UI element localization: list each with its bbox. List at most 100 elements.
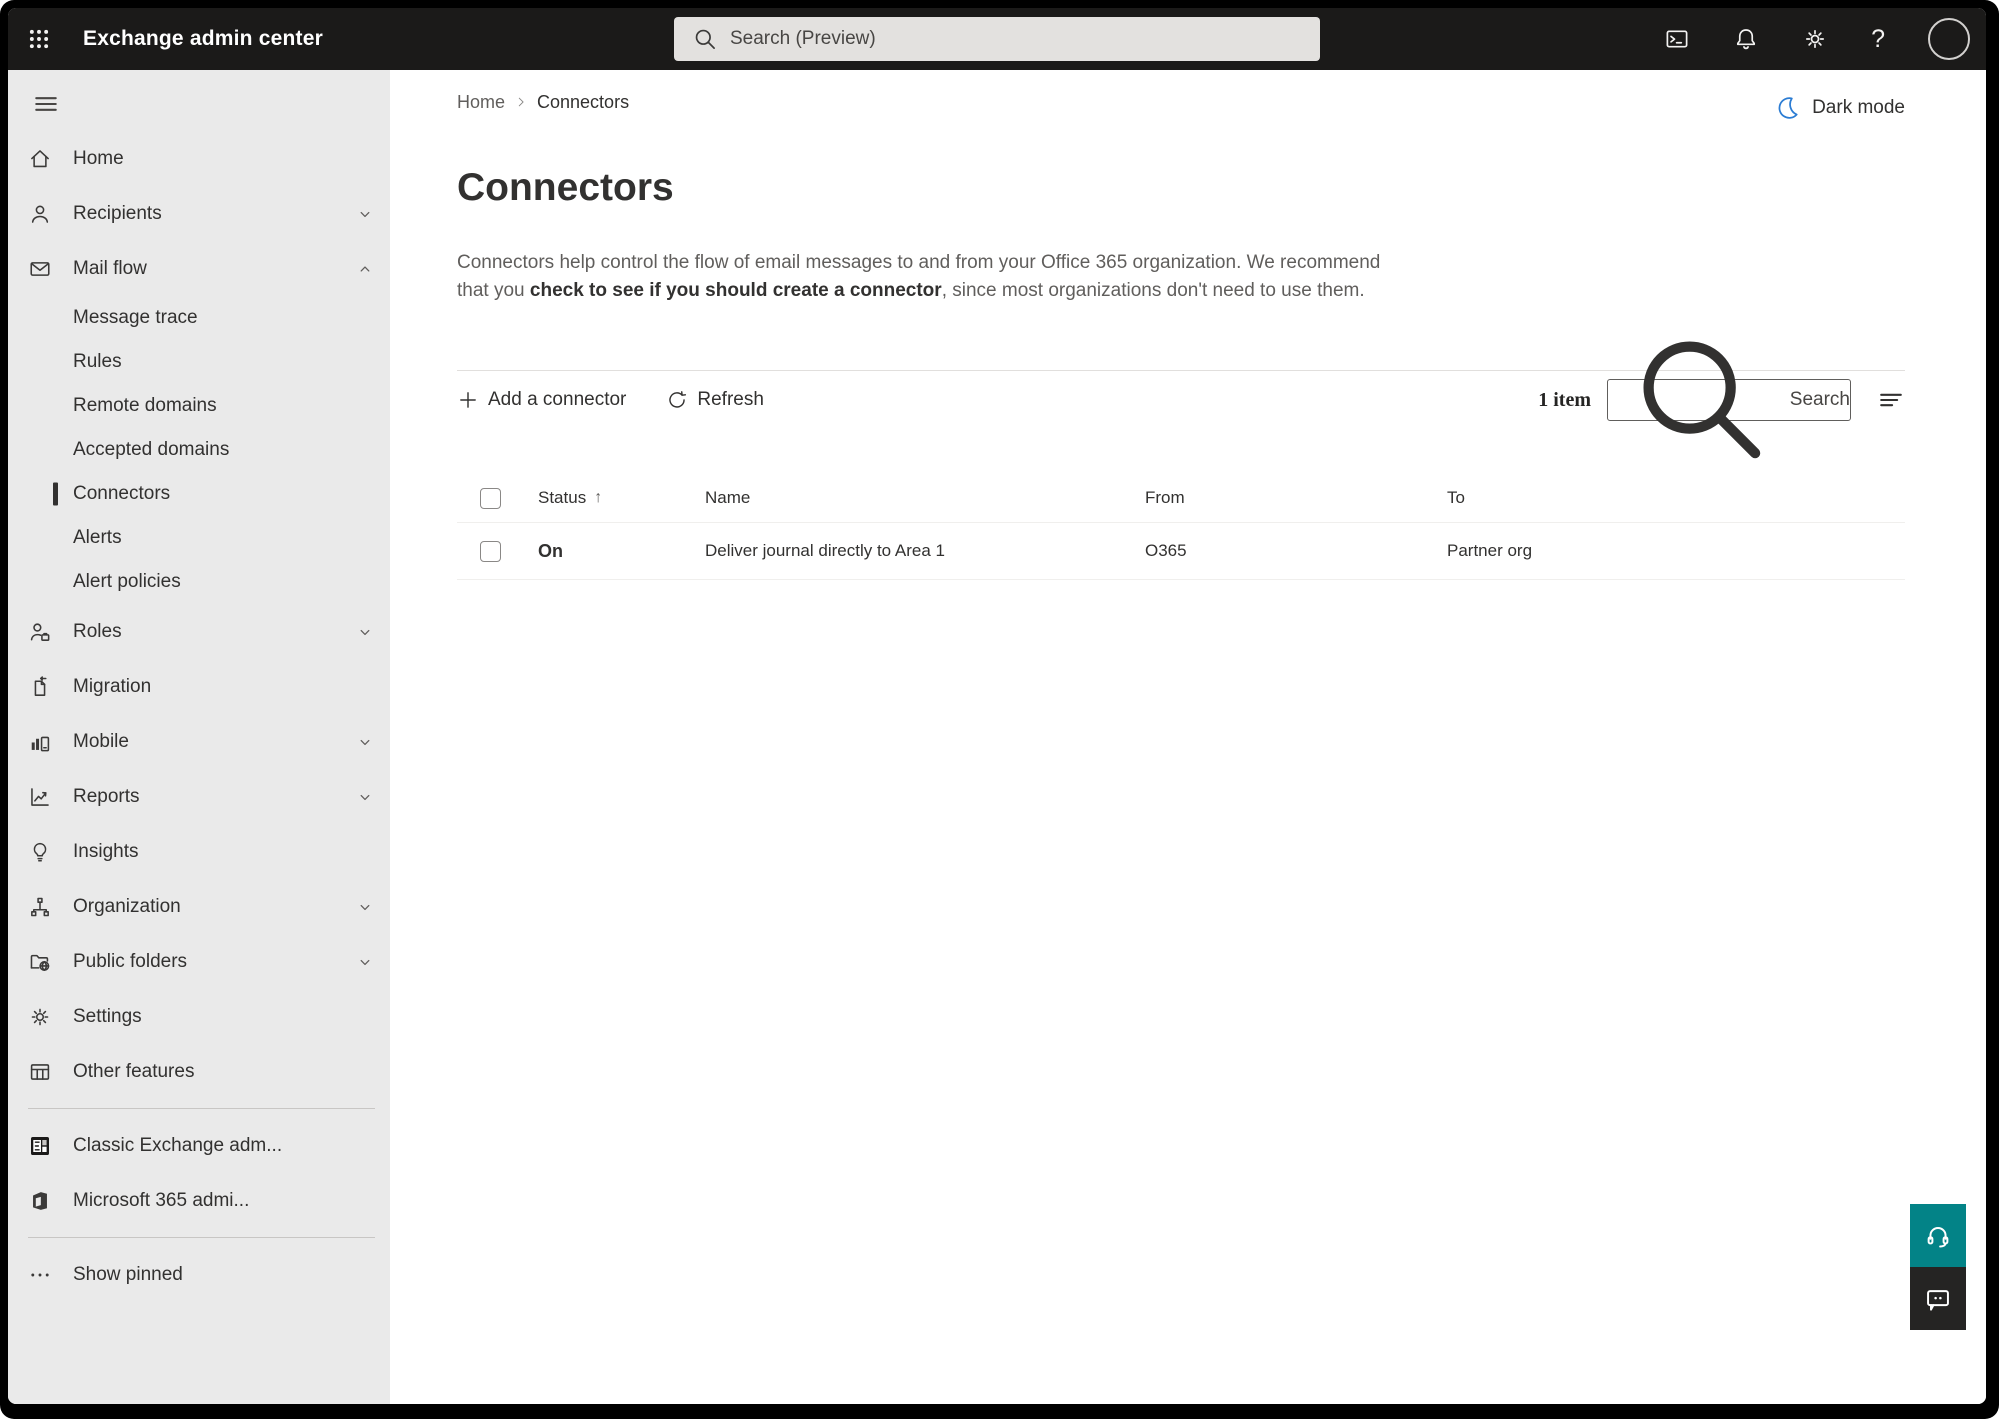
sidebar-item-message-trace[interactable]: Message trace xyxy=(8,296,390,340)
sidebar-divider xyxy=(28,1108,375,1109)
topbar-actions: ? xyxy=(1664,18,1986,60)
help-icon[interactable]: ? xyxy=(1871,26,1885,52)
description-link[interactable]: check to see if you should create a conn… xyxy=(530,280,942,301)
sidebar-item-label: Rules xyxy=(73,351,122,372)
sidebar: Home Recipients Mail flow Message trace Rule… xyxy=(8,70,390,1404)
sidebar-item-insights[interactable]: Insights xyxy=(8,824,390,879)
sidebar-item-alert-policies[interactable]: Alert policies xyxy=(8,560,390,604)
floating-buttons xyxy=(1910,1204,1966,1330)
sidebar-item-label: Accepted domains xyxy=(73,439,230,460)
sidebar-item-label: Other features xyxy=(73,1060,195,1082)
account-avatar[interactable] xyxy=(1928,18,1970,60)
sidebar-item-settings[interactable]: Settings xyxy=(8,989,390,1044)
sidebar-item-label: Microsoft 365 admi... xyxy=(73,1189,250,1211)
sidebar-item-organization[interactable]: Organization xyxy=(8,879,390,934)
breadcrumb-current: Connectors xyxy=(537,91,630,112)
sidebar-item-mobile[interactable]: Mobile xyxy=(8,714,390,769)
feedback-bubble-icon xyxy=(1927,1289,1949,1311)
column-header-to[interactable]: To xyxy=(1447,488,1905,508)
sidebar-item-label: Home xyxy=(73,147,124,169)
recipients-icon xyxy=(28,202,52,226)
sidebar-nav: Home Recipients Mail flow Message trace Rule… xyxy=(8,131,390,1302)
help-support-button[interactable] xyxy=(1910,1204,1966,1267)
dark-mode-toggle[interactable]: Dark mode xyxy=(1774,94,1905,121)
sidebar-divider xyxy=(28,1237,375,1238)
chevron-down-icon xyxy=(355,204,375,224)
list-search-placeholder: Search xyxy=(1789,389,1850,410)
sidebar-item-rules[interactable]: Rules xyxy=(8,340,390,384)
sidebar-item-accepted-domains[interactable]: Accepted domains xyxy=(8,428,390,472)
sidebar-item-show-pinned[interactable]: Show pinned xyxy=(8,1247,390,1302)
chevron-down-icon xyxy=(355,952,375,972)
refresh-button[interactable]: Refresh xyxy=(666,389,764,411)
sidebar-item-recipients[interactable]: Recipients xyxy=(8,186,390,241)
reports-icon xyxy=(28,785,52,809)
page-description: Connectors help control the flow of emai… xyxy=(457,249,1417,305)
sidebar-item-label: Roles xyxy=(73,620,122,642)
microsoft-365-icon xyxy=(28,1189,52,1213)
sidebar-item-roles[interactable]: Roles xyxy=(8,604,390,659)
column-header-name[interactable]: Name xyxy=(705,488,1145,508)
sidebar-item-label: Organization xyxy=(73,895,181,917)
exchange-admin-center-window: Exchange admin center Search (Preview) ?… xyxy=(8,8,1986,1404)
global-search-placeholder: Search (Preview) xyxy=(730,28,876,49)
hamburger-menu-icon[interactable] xyxy=(33,91,59,117)
settings-gear-icon[interactable] xyxy=(1802,26,1828,52)
chevron-down-icon xyxy=(355,787,375,807)
sidebar-item-label: Public folders xyxy=(73,950,188,972)
sidebar-item-alerts[interactable]: Alerts xyxy=(8,516,390,560)
global-search-input[interactable]: Search (Preview) xyxy=(674,17,1320,61)
sidebar-item-mail-flow[interactable]: Mail flow xyxy=(8,241,390,296)
organization-icon xyxy=(28,895,52,919)
sidebar-item-label: Alert policies xyxy=(73,571,181,592)
notifications-bell-icon[interactable] xyxy=(1733,26,1759,52)
plus-icon xyxy=(457,389,479,411)
moon-icon xyxy=(1774,94,1801,121)
sidebar-item-remote-domains[interactable]: Remote domains xyxy=(8,384,390,428)
column-header-label: From xyxy=(1145,488,1185,507)
sidebar-item-migration[interactable]: Migration xyxy=(8,659,390,714)
sidebar-item-label: Message trace xyxy=(73,307,198,328)
column-header-status[interactable]: Status ↑ xyxy=(538,488,705,508)
sidebar-item-reports[interactable]: Reports xyxy=(8,769,390,824)
dark-mode-label: Dark mode xyxy=(1812,96,1905,118)
sidebar-item-label: Reports xyxy=(73,785,140,807)
terminal-icon[interactable] xyxy=(1664,26,1690,52)
app-title: Exchange admin center xyxy=(83,27,323,50)
settings-icon xyxy=(28,1005,52,1029)
column-header-label: Status xyxy=(538,488,587,507)
sidebar-item-label: Insights xyxy=(73,840,139,862)
select-all-checkbox[interactable] xyxy=(480,487,501,509)
table-cell-name: Deliver journal directly to Area 1 xyxy=(705,541,946,560)
public-folders-icon xyxy=(28,950,52,974)
sidebar-item-classic-exchange-adm[interactable]: Classic Exchange adm... xyxy=(8,1118,390,1173)
main-content: Home Connectors Dark mode Connectors Con… xyxy=(390,70,1986,1404)
home-icon xyxy=(28,147,52,171)
sidebar-item-label: Mail flow xyxy=(73,257,147,279)
feedback-button[interactable] xyxy=(1910,1267,1966,1330)
sidebar-item-connectors[interactable]: Connectors xyxy=(8,472,390,516)
add-connector-button[interactable]: Add a connector xyxy=(457,389,626,411)
sidebar-item-other-features[interactable]: Other features xyxy=(8,1044,390,1099)
filter-icon[interactable] xyxy=(1877,386,1905,414)
app-launcher-button[interactable] xyxy=(19,19,59,59)
sidebar-item-home[interactable]: Home xyxy=(8,131,390,186)
row-checkbox[interactable] xyxy=(480,540,501,562)
column-header-label: Name xyxy=(705,488,751,507)
show-pinned-icon xyxy=(28,1263,52,1287)
sidebar-item-public-folders[interactable]: Public folders xyxy=(8,934,390,989)
sort-ascending-icon: ↑ xyxy=(594,489,603,506)
chevron-down-icon xyxy=(355,622,375,642)
breadcrumb-home[interactable]: Home xyxy=(457,92,505,113)
headset-icon xyxy=(1927,1226,1949,1247)
sidebar-item-label: Mobile xyxy=(73,730,129,752)
classic-exchange-icon xyxy=(28,1134,52,1158)
chevron-down-icon xyxy=(355,897,375,917)
column-header-from[interactable]: From xyxy=(1145,488,1447,508)
sidebar-item-label: Classic Exchange adm... xyxy=(73,1134,283,1156)
sidebar-item-microsoft-365-admi[interactable]: Microsoft 365 admi... xyxy=(8,1173,390,1228)
table-row[interactable]: On Deliver journal directly to Area 1 O365… xyxy=(457,523,1905,580)
item-count: 1 item xyxy=(1538,388,1591,411)
insights-icon xyxy=(28,840,52,864)
list-search-input[interactable]: Search xyxy=(1607,341,1851,458)
